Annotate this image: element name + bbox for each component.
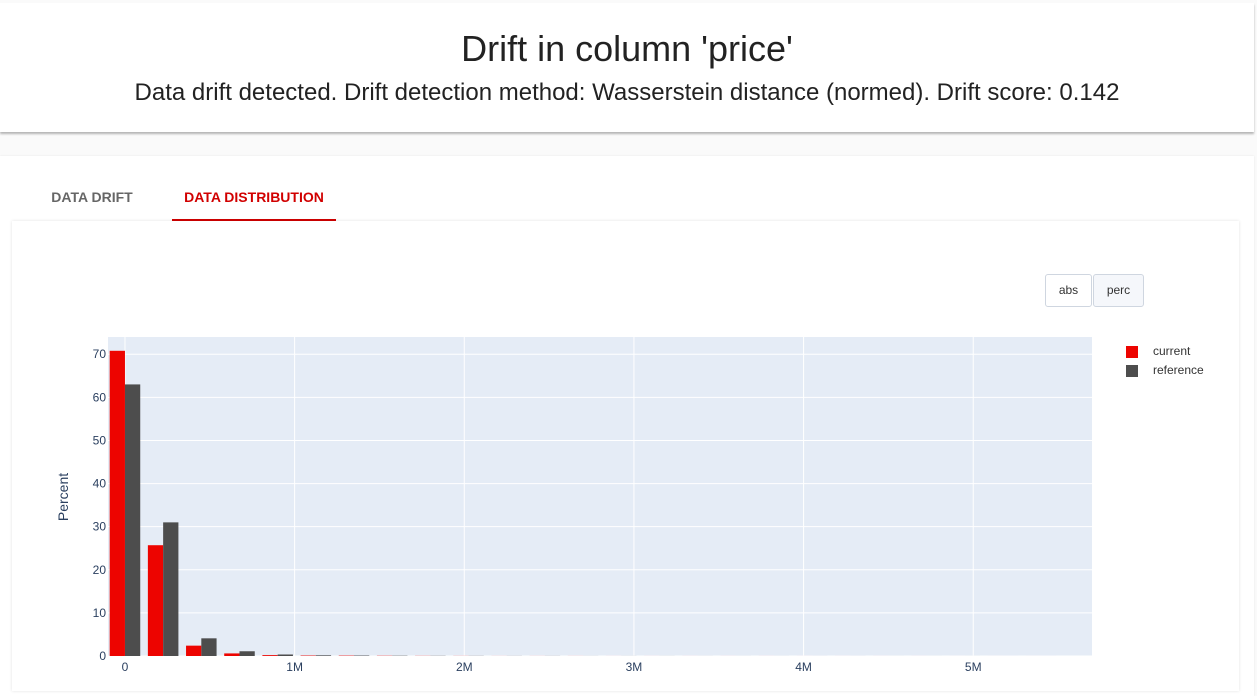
bar-current [224,653,239,656]
x-tick-label: 1M [286,660,303,674]
bar-reference [201,638,216,656]
bar-reference [239,651,254,656]
plot-area [108,337,1092,656]
y-tick-label: 60 [93,390,107,404]
bar-current [262,655,277,656]
x-tick-label: 0 [122,660,129,674]
y-tick-label: 50 [93,433,107,447]
bar-current [110,351,125,656]
bar-reference [125,384,140,656]
x-tick-label: 2M [456,660,473,674]
x-tick-label: 3M [626,660,643,674]
legend-swatch-current [1126,346,1138,358]
y-axis-title: Percent [55,473,71,521]
bar-reference [316,655,331,656]
bar-reference [163,522,178,656]
y-tick-label: 40 [93,477,107,491]
bar-current [186,646,201,656]
y-tick-label: 70 [93,347,107,361]
y-tick-label: 10 [93,606,107,620]
legend-label-reference: reference [1153,363,1204,377]
y-tick-label: 20 [93,563,107,577]
x-tick-label: 5M [965,660,982,674]
y-tick-label: 0 [99,649,106,663]
legend-label-current: current [1153,344,1190,358]
distribution-chart: 0 10 20 30 40 50 60 70 0 1M 2M 3M 4M 5M Percent [0,0,1257,682]
y-tick-label: 30 [93,520,107,534]
legend-swatch-reference [1126,365,1138,377]
bar-current [148,545,163,656]
x-tick-label: 4M [795,660,812,674]
bar-reference [278,654,293,656]
